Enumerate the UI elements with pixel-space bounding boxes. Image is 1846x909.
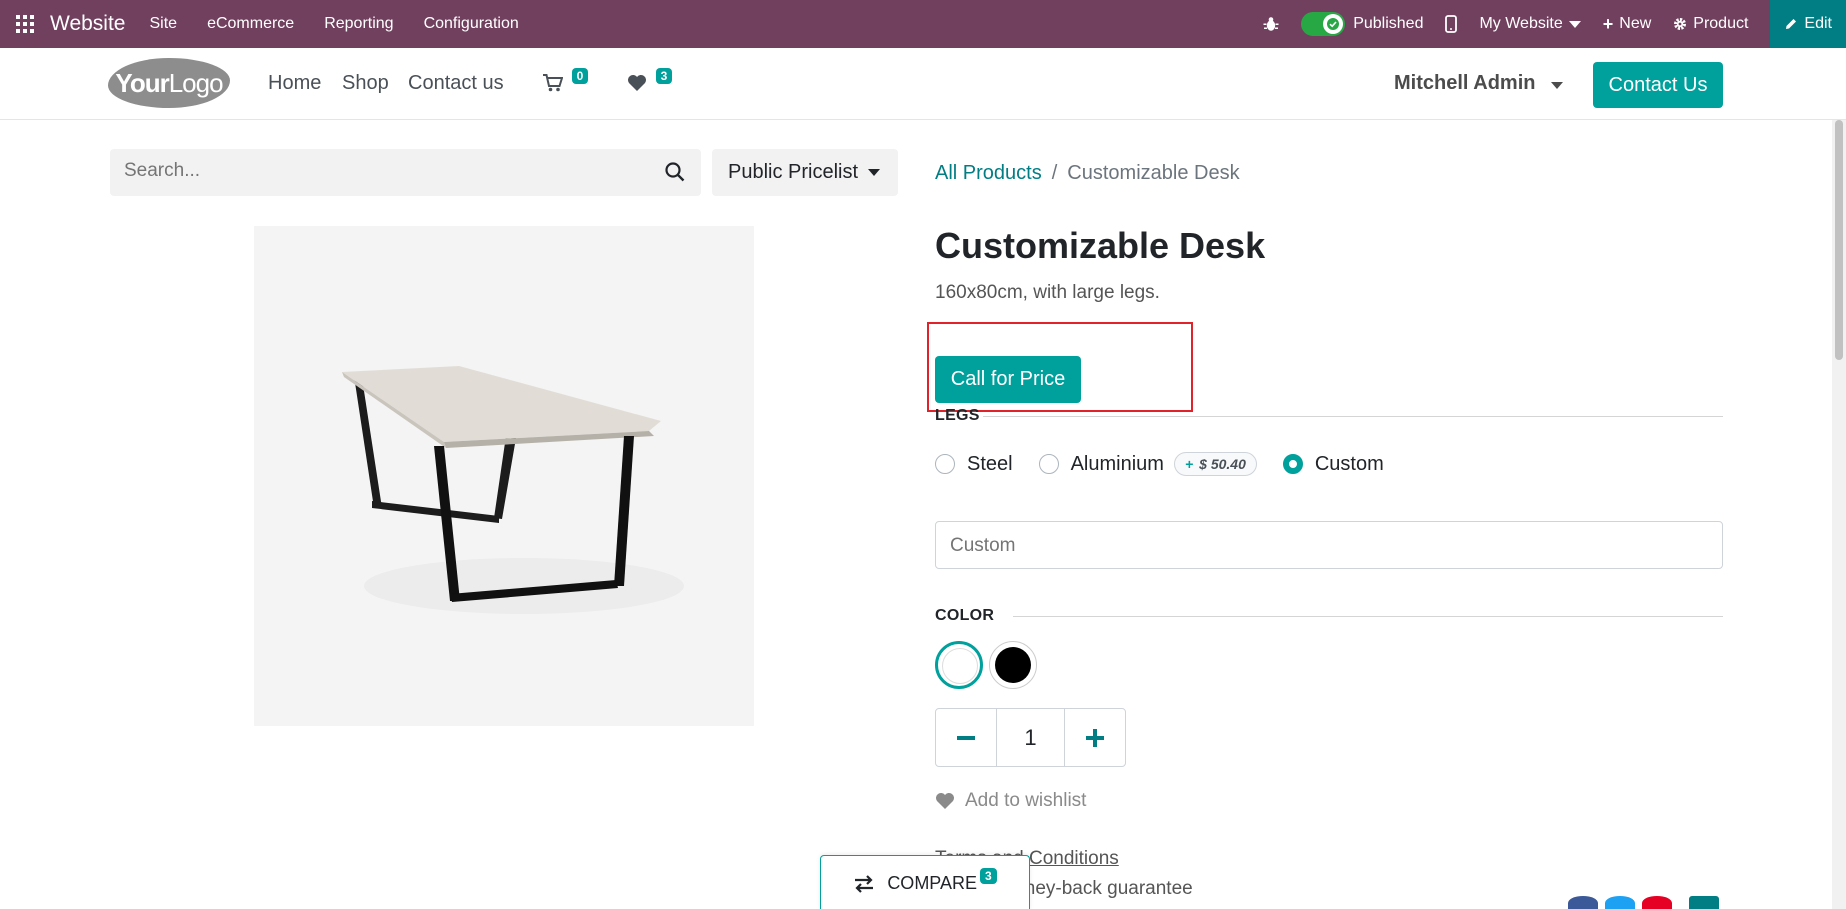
published-toggle[interactable]: Published — [1301, 12, 1423, 36]
contact-us-button[interactable]: Contact Us — [1593, 62, 1723, 108]
pinterest-icon[interactable] — [1642, 896, 1672, 909]
my-website-dropdown[interactable]: My Website — [1479, 15, 1581, 33]
search-icon[interactable] — [665, 162, 685, 187]
site-logo[interactable]: Your Logo — [108, 58, 230, 108]
facebook-icon[interactable] — [1568, 896, 1598, 909]
legs-options: Steel Aluminium + $ 50.40 Custom — [935, 452, 1410, 476]
search-input[interactable] — [124, 160, 624, 182]
option-label: Aluminium — [1070, 452, 1164, 475]
caret-down-icon — [1568, 20, 1581, 28]
call-for-price-button[interactable]: Call for Price — [935, 356, 1081, 403]
color-label: COLOR — [935, 607, 995, 624]
new-button[interactable]: + New — [1603, 14, 1652, 35]
leg-option-aluminium[interactable]: Aluminium + $ 50.40 — [1038, 452, 1257, 476]
menu-site[interactable]: Site — [149, 15, 177, 33]
product-title: Customizable Desk — [935, 225, 1266, 266]
scrollbar-thumb[interactable] — [1835, 120, 1843, 360]
breadcrumb: All Products / Customizable Desk — [935, 162, 1240, 185]
page-scrollbar[interactable] — [1832, 120, 1846, 909]
cart-count-badge: 0 — [571, 68, 589, 84]
radio-custom[interactable] — [1282, 454, 1303, 474]
check-icon — [1323, 14, 1344, 34]
cart-icon — [543, 74, 564, 92]
website-header: Your Logo Home Shop Contact us 0 3 Mitche… — [0, 48, 1846, 120]
nav-contact-us[interactable]: Contact us — [408, 72, 504, 95]
debug-icon[interactable] — [1263, 16, 1279, 32]
compare-count-badge: 3 — [980, 867, 997, 884]
heart-icon — [936, 793, 954, 809]
leg-option-custom[interactable]: Custom — [1282, 452, 1384, 476]
price-extra-badge: + $ 50.40 — [1173, 452, 1257, 476]
cart-link[interactable]: 0 — [543, 68, 589, 98]
plus-icon: + — [1602, 13, 1614, 34]
legs-divider — [983, 416, 1723, 417]
minus-icon — [957, 735, 976, 740]
quantity-stepper: 1 — [935, 708, 1126, 767]
edit-label: Edit — [1804, 15, 1832, 32]
edit-button[interactable]: Edit — [1770, 0, 1846, 48]
nav-home[interactable]: Home — [268, 72, 321, 95]
published-label: Published — [1353, 15, 1424, 32]
menu-ecommerce[interactable]: eCommerce — [207, 15, 294, 33]
leg-option-steel[interactable]: Steel — [935, 453, 1013, 476]
app-brand[interactable]: Website — [50, 12, 125, 36]
quantity-value[interactable]: 1 — [996, 709, 1065, 766]
gear-icon — [1674, 18, 1687, 30]
plus-icon — [1085, 728, 1104, 747]
add-to-wishlist-link[interactable]: Add to wishlist — [935, 790, 1086, 812]
menu-reporting[interactable]: Reporting — [324, 15, 393, 33]
breadcrumb-current: Customizable Desk — [1067, 162, 1240, 184]
nav-shop[interactable]: Shop — [342, 72, 389, 95]
menu-configuration[interactable]: Configuration — [424, 15, 519, 33]
exchange-icon — [855, 874, 874, 893]
custom-value-input[interactable] — [950, 535, 1650, 557]
new-label: New — [1619, 15, 1652, 32]
user-name: Mitchell Admin — [1394, 72, 1536, 94]
user-menu[interactable]: Mitchell Admin — [1394, 72, 1564, 95]
compare-button[interactable]: COMPARE 3 — [820, 855, 1030, 909]
admin-navbar: Website Site eCommerce Reporting Configu… — [0, 0, 1846, 48]
product-search — [110, 149, 701, 196]
breadcrumb-all-products[interactable]: All Products — [935, 162, 1042, 184]
wishlist-label: Add to wishlist — [965, 790, 1087, 811]
wishlist-count-badge: 3 — [655, 68, 673, 84]
pricelist-label: Public Pricelist — [728, 161, 859, 183]
legs-label: LEGS — [935, 407, 980, 424]
option-label: Steel — [967, 452, 1013, 475]
radio-steel[interactable] — [935, 454, 955, 474]
pencil-icon — [1786, 19, 1797, 29]
option-label: Custom — [1314, 452, 1384, 475]
color-swatch-black[interactable] — [989, 641, 1037, 689]
caret-down-icon — [868, 169, 881, 176]
radio-aluminium[interactable] — [1038, 454, 1059, 474]
pricelist-dropdown[interactable]: Public Pricelist — [712, 149, 898, 196]
caret-down-icon — [1551, 82, 1564, 89]
product-description: 160x80cm, with large legs. — [935, 282, 1160, 303]
increase-quantity-button[interactable] — [1065, 709, 1125, 766]
custom-value-field — [935, 521, 1723, 569]
breadcrumb-separator: / — [1051, 162, 1058, 184]
heart-icon — [628, 75, 646, 91]
wishlist-link[interactable]: 3 — [627, 68, 673, 98]
product-label: Product — [1693, 15, 1749, 32]
compare-label: COMPARE — [887, 873, 977, 893]
my-website-label: My Website — [1479, 15, 1563, 32]
toggle-switch[interactable] — [1301, 12, 1346, 36]
apps-menu-icon[interactable] — [0, 0, 50, 48]
product-button[interactable]: Product — [1673, 15, 1748, 33]
product-image[interactable] — [254, 226, 754, 726]
color-divider — [1013, 616, 1723, 617]
twitter-icon[interactable] — [1605, 896, 1635, 909]
decrease-quantity-button[interactable] — [936, 709, 996, 766]
admin-navbar-right: Published My Website + New Product Edit — [1263, 0, 1846, 48]
email-icon[interactable] — [1689, 896, 1719, 909]
terms-link[interactable]: Conditions — [1029, 848, 1119, 869]
mobile-preview-icon[interactable] — [1445, 15, 1458, 33]
color-swatch-white[interactable] — [935, 641, 983, 689]
